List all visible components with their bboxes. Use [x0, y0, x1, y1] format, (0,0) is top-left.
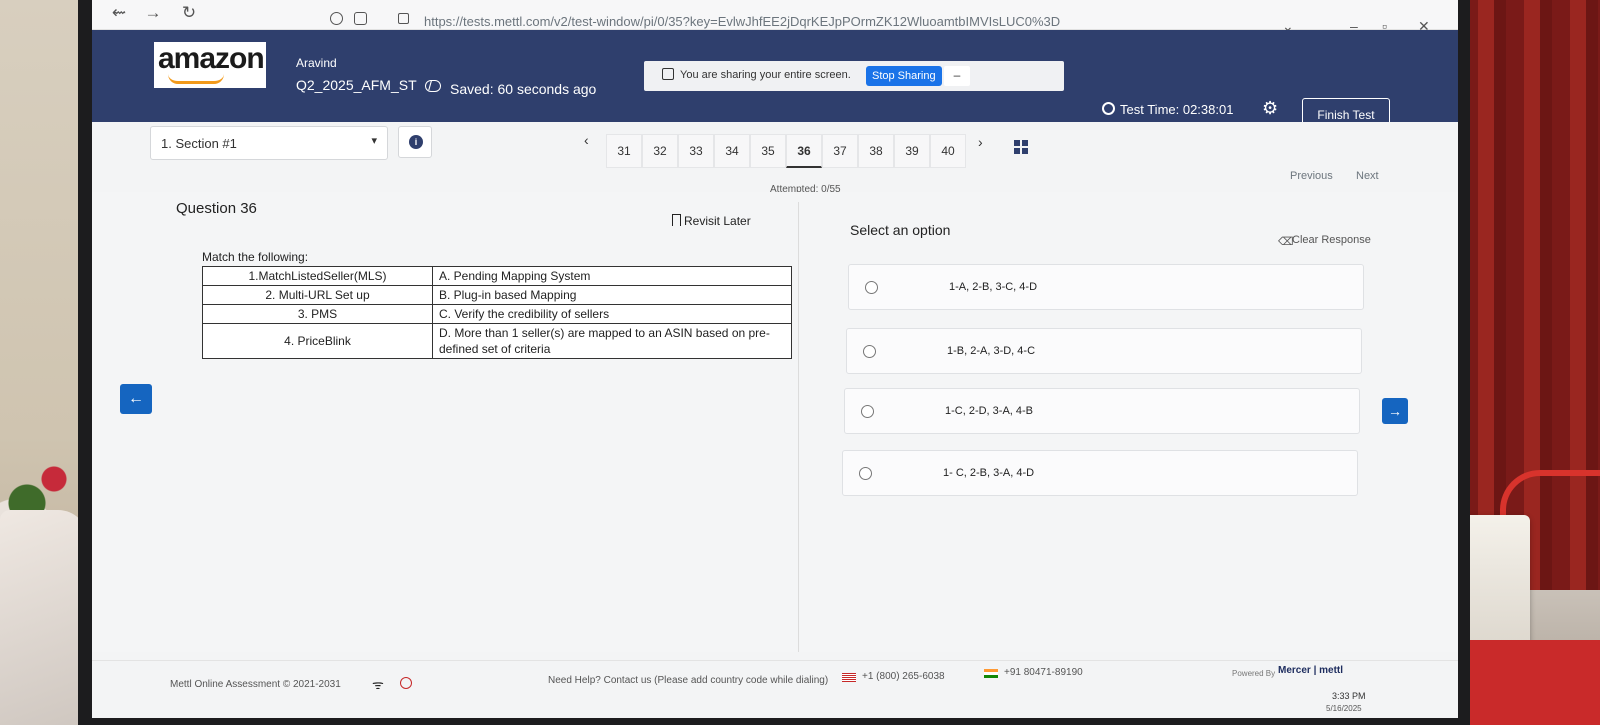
match-table: 1.MatchListedSeller(MLS) A. Pending Mappi…: [202, 266, 792, 359]
option-label: 1- C, 2-B, 3-A, 4-D: [943, 467, 1035, 479]
test-name-text: Q2_2025_AFM_ST: [296, 77, 417, 93]
answer-option[interactable]: 1-B, 2-A, 3-D, 4-C: [846, 328, 1362, 374]
clock-icon: [1102, 102, 1115, 115]
match-left-cell: 3. PMS: [202, 304, 433, 324]
info-icon: i: [409, 135, 423, 149]
share-minimize-button[interactable]: –: [944, 66, 970, 86]
reload-icon[interactable]: ↻: [178, 3, 200, 23]
arrow-right-icon[interactable]: →: [1382, 398, 1408, 424]
back-arrow-icon[interactable]: ⇜: [108, 3, 130, 23]
browser-toolbar: ⇜ → ↻ https://tests.mettl.com/v2/test-wi…: [92, 0, 1458, 34]
page-footer: Mettl Online Assessment © 2021-2031 ᯤ Ne…: [92, 660, 1458, 718]
next-button[interactable]: Next: [1356, 170, 1379, 182]
test-timer: Test Time: 02:38:01: [1120, 102, 1234, 117]
address-bar[interactable]: https://tests.mettl.com/v2/test-window/p…: [424, 14, 1060, 29]
copyright-text: Mettl Online Assessment © 2021-2031: [170, 679, 341, 690]
radio-button[interactable]: [863, 345, 876, 358]
wifi-icon: ᯤ: [372, 677, 384, 692]
option-label: 1-C, 2-D, 3-A, 4-B: [945, 405, 1034, 417]
user-name: Aravind: [296, 56, 337, 70]
help-text: Need Help? Contact us (Please add countr…: [548, 675, 829, 686]
match-right-cell: C. Verify the credibility of sellers: [432, 304, 792, 324]
question-number-38[interactable]: 38: [858, 134, 894, 168]
table-row: 3. PMS C. Verify the credibility of selle…: [202, 304, 792, 324]
match-left-cell: 2. Multi-URL Set up: [202, 285, 433, 305]
india-phone-number: +91 80471-89190: [1004, 667, 1083, 678]
test-name: Q2_2025_AFM_ST /: [296, 77, 432, 93]
section-dropdown[interactable]: 1. Section #1 ▾: [150, 126, 388, 160]
forward-arrow-icon[interactable]: →: [142, 3, 164, 23]
question-number-39[interactable]: 39: [894, 134, 930, 168]
match-left-cell: 4. PriceBlink: [202, 323, 433, 359]
answer-option[interactable]: 1-C, 2-D, 3-A, 4-B: [844, 388, 1360, 434]
lock-icon: [354, 12, 367, 25]
question-number-40[interactable]: 40: [930, 134, 966, 168]
revisit-later-button[interactable]: Revisit Later: [684, 214, 751, 228]
question-number-33[interactable]: 33: [678, 134, 714, 168]
panel-divider: [798, 202, 799, 652]
red-box: [1448, 640, 1600, 725]
match-right-cell: A. Pending Mapping System: [432, 266, 792, 286]
arrow-left-icon[interactable]: ←: [120, 384, 152, 414]
option-label: 1-B, 2-A, 3-D, 4-C: [947, 345, 1036, 357]
radio-button[interactable]: [865, 281, 878, 294]
question-title: Question 36: [176, 200, 257, 217]
phone-charger: [1460, 515, 1530, 655]
question-number-37[interactable]: 37: [822, 134, 858, 168]
us-flag-icon: [842, 673, 856, 682]
record-icon: [400, 677, 412, 689]
chevron-left-icon[interactable]: ‹: [584, 132, 589, 148]
clear-response-button[interactable]: Clear Response: [1292, 234, 1371, 246]
saved-status: Saved: 60 seconds ago: [450, 81, 597, 97]
answer-option[interactable]: 1-A, 2-B, 3-C, 4-D: [848, 264, 1364, 310]
question-number-36[interactable]: 36: [786, 134, 822, 168]
share-screen-icon: [662, 68, 674, 80]
logo-text: amazon: [158, 42, 265, 75]
laptop-screen: ⇜ → ↻ https://tests.mettl.com/v2/test-wi…: [92, 0, 1458, 718]
chevron-right-icon[interactable]: ›: [978, 134, 983, 150]
answer-option[interactable]: 1- C, 2-B, 3-A, 4-D: [842, 450, 1358, 496]
match-right-cell: D. More than 1 seller(s) are mapped to a…: [432, 323, 792, 359]
share-message: You are sharing your entire screen.: [680, 69, 851, 81]
question-number-31[interactable]: 31: [606, 134, 642, 168]
shield-icon: [330, 12, 343, 25]
grid-view-icon[interactable]: [1014, 140, 1028, 154]
info-button[interactable]: i: [398, 126, 432, 158]
question-navigation: 1. Section #1 ▾ i ‹ 31 32 33 34 35 36 37 38 39 40…: [92, 122, 1458, 195]
share-screen-icon: [398, 13, 409, 24]
mercer-mettl-logo: Mercer | mettl: [1278, 665, 1344, 676]
question-number-32[interactable]: 32: [642, 134, 678, 168]
amazon-logo: amazon: [154, 42, 266, 88]
match-left-cell: 1.MatchListedSeller(MLS): [202, 266, 433, 286]
chevron-down-icon: ▾: [371, 135, 377, 147]
gear-icon[interactable]: ⚙: [1262, 98, 1278, 119]
radio-button[interactable]: [859, 467, 872, 480]
question-number-35[interactable]: 35: [750, 134, 786, 168]
screen-share-banner: You are sharing your entire screen. Stop…: [644, 61, 1064, 91]
powered-by-label: Powered By: [1232, 669, 1276, 678]
stop-sharing-button[interactable]: Stop Sharing: [866, 66, 942, 86]
select-option-label: Select an option: [850, 222, 951, 238]
table-row: 2. Multi-URL Set up B. Plug-in based Mapp…: [202, 285, 792, 305]
bag-object: [0, 510, 88, 725]
india-flag-icon: [984, 669, 998, 678]
taskbar-date: 5/16/2025: [1326, 704, 1362, 713]
cloud-check-icon: [425, 80, 441, 92]
radio-button[interactable]: [861, 405, 874, 418]
option-label: 1-A, 2-B, 3-C, 4-D: [949, 281, 1038, 293]
table-row: 1.MatchListedSeller(MLS) A. Pending Mappi…: [202, 266, 792, 286]
question-stem: Match the following:: [202, 250, 309, 264]
question-number-34[interactable]: 34: [714, 134, 750, 168]
previous-button[interactable]: Previous: [1290, 170, 1333, 182]
question-panel: Question 36 Revisit Later Select an opti…: [92, 192, 1458, 652]
us-phone-number: +1 (800) 265-6038: [862, 671, 945, 682]
bookmark-icon[interactable]: [672, 214, 681, 226]
section-label: 1. Section #1: [161, 136, 237, 151]
taskbar-clock: 3:33 PM: [1332, 691, 1366, 701]
match-right-cell: B. Plug-in based Mapping: [432, 285, 792, 305]
table-row: 4. PriceBlink D. More than 1 seller(s) ar…: [202, 323, 792, 359]
logo-smile-icon: [168, 74, 224, 84]
